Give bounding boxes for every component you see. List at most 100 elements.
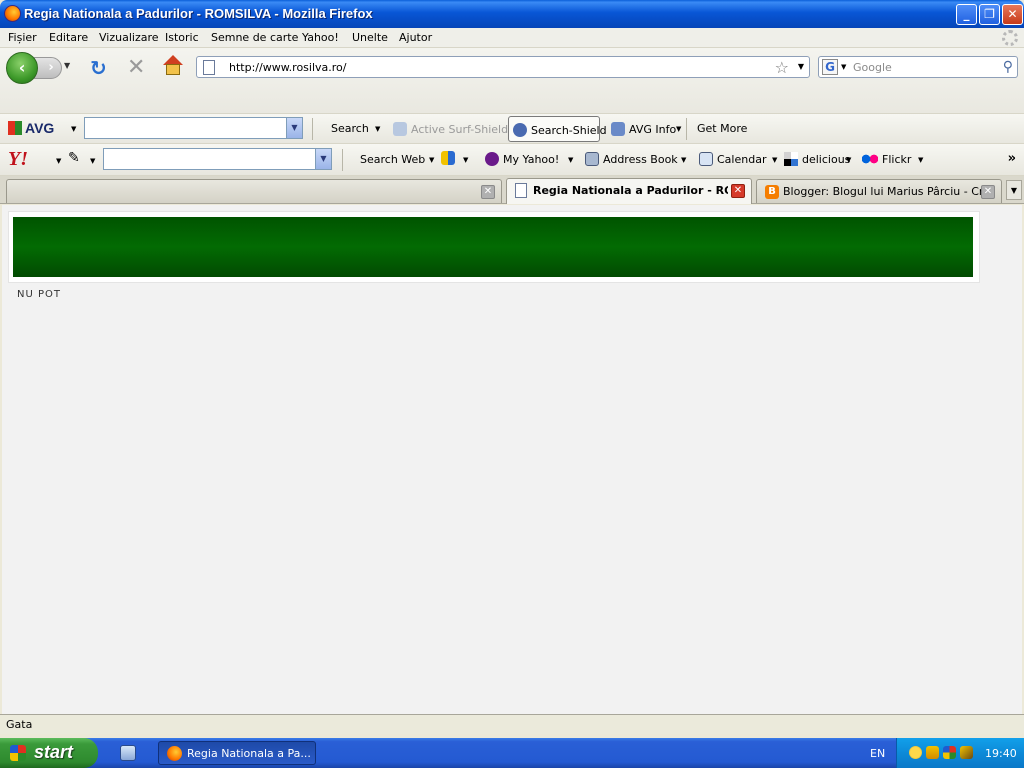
tab-empty[interactable]: ✕ <box>6 179 502 203</box>
home-icon[interactable] <box>162 55 184 77</box>
search-magnifier-icon[interactable]: ⚲ <box>1003 59 1013 75</box>
forward-button[interactable]: › <box>34 57 62 79</box>
toolbar-separator <box>312 118 313 140</box>
my-yahoo-dropdown-icon[interactable]: ▼ <box>568 156 573 164</box>
avg-info-button[interactable]: AVG Info <box>611 122 676 136</box>
google-engine-icon[interactable]: G <box>822 59 838 75</box>
address-book-button[interactable]: Address Book <box>585 152 678 166</box>
minimize-button[interactable]: _ <box>956 4 977 25</box>
status-bar: Gata <box>0 714 1024 734</box>
yahoo-logo[interactable]: Y! <box>8 148 28 171</box>
yahoo-search-input[interactable]: ▼ <box>103 148 332 170</box>
yahoo-toolbar: Y! ▼ ✎ ▼ ▼ Search Web ▼ ▼ My Yahoo! ▼ Ad… <box>0 144 1024 176</box>
tab-label: Regia Nationala a Padurilor - RO... <box>533 184 728 197</box>
menu-yahoo[interactable]: Yahoo! <box>302 31 339 44</box>
address-book-icon <box>585 152 599 166</box>
maximize-button[interactable]: ❐ <box>979 4 1000 25</box>
taskbar: start Regia Nationala a Pa... EN 19:40 <box>0 738 1024 768</box>
avg-search-input[interactable]: ▼ <box>84 117 303 139</box>
reload-icon[interactable]: ↻ <box>90 56 107 80</box>
tab-blogger[interactable]: B Blogger: Blogul lui Marius Pârciu - Cr… <box>756 179 1002 203</box>
page-content: NU POT <box>2 205 1022 714</box>
back-button[interactable]: ‹ <box>6 52 38 84</box>
page-text: NU POT <box>17 289 61 300</box>
navigation-toolbar: › ‹ ▼ ↻ ✕ http://www.rosilva.ro/ ☆ ▼ G ▼… <box>0 48 1024 114</box>
surf-shield-icon <box>393 122 407 136</box>
windows-flag-icon <box>10 745 26 761</box>
calendar-button[interactable]: Calendar <box>699 152 766 166</box>
loading-throbber-icon <box>1002 30 1018 46</box>
window-title: Regia Nationala a Padurilor - ROMSILVA -… <box>24 6 373 21</box>
tray-tool-icon[interactable] <box>960 746 973 759</box>
toolbar-separator <box>342 149 343 171</box>
tab-close-icon[interactable]: ✕ <box>481 185 495 199</box>
menu-edit[interactable]: Editare <box>49 31 88 44</box>
system-tray: 19:40 <box>896 738 1024 768</box>
avg-search-dropdown-icon[interactable]: ▼ <box>286 118 302 138</box>
tab-romsilva[interactable]: Regia Nationala a Padurilor - RO... ✕ <box>506 178 752 204</box>
avg-info-dropdown-icon[interactable]: ▼ <box>676 125 681 133</box>
url-dropdown-icon[interactable]: ▼ <box>798 62 804 71</box>
yahoo-shield-icon[interactable] <box>441 151 459 165</box>
menu-history[interactable]: Istoric <box>165 31 199 44</box>
flickr-dropdown-icon[interactable]: ▼ <box>918 156 923 164</box>
menu-bookmarks[interactable]: Semne de carte <box>211 31 298 44</box>
tab-bar: ✕ Regia Nationala a Padurilor - RO... ✕ … <box>0 176 1024 204</box>
pencil-dropdown-icon[interactable]: ▼ <box>90 157 95 165</box>
delicious-dropdown-icon[interactable]: ▼ <box>846 156 851 164</box>
flickr-button[interactable]: Flickr <box>862 152 911 166</box>
header-frame <box>8 211 980 283</box>
search-web-dropdown-icon[interactable]: ▼ <box>429 156 434 164</box>
green-banner <box>13 217 973 277</box>
start-label: start <box>34 742 74 762</box>
search-shield-button[interactable]: Search-Shield <box>508 116 607 142</box>
quicklaunch-icon[interactable] <box>120 745 136 761</box>
firefox-icon[interactable] <box>4 5 21 22</box>
security-shield-icon[interactable] <box>926 746 939 759</box>
page-icon <box>203 60 215 75</box>
menu-tools[interactable]: Unelte <box>352 31 388 44</box>
tab-list-dropdown-icon[interactable]: ▼ <box>1006 180 1022 200</box>
pencil-icon[interactable]: ✎ <box>68 150 80 166</box>
menu-help[interactable]: Ajutor <box>399 31 432 44</box>
avg-search-options-icon[interactable]: ▼ <box>375 125 380 133</box>
avg-search-button[interactable]: Search <box>331 122 369 135</box>
yahoo-search-dropdown-icon[interactable]: ▼ <box>315 149 331 169</box>
delicious-button[interactable]: delicious <box>784 152 850 166</box>
calendar-dropdown-icon[interactable]: ▼ <box>772 156 777 164</box>
tray-app-icon[interactable] <box>943 746 956 759</box>
status-text: Gata <box>6 718 33 731</box>
language-indicator[interactable]: EN <box>870 747 885 760</box>
get-more-button[interactable]: Get More <box>697 122 747 135</box>
search-web-button[interactable]: Search Web <box>360 153 425 166</box>
bookmark-star-icon[interactable]: ☆ <box>775 58 789 77</box>
history-dropdown-icon[interactable]: ▼ <box>64 61 70 70</box>
messenger-smiley-icon[interactable] <box>909 746 922 759</box>
search-box[interactable]: G ▼ Google ⚲ <box>818 56 1018 78</box>
yahoo-menu-dropdown-icon[interactable]: ▼ <box>56 157 61 165</box>
active-surf-shield-button[interactable]: Active Surf-Shield <box>393 122 508 136</box>
tab-close-icon[interactable]: ✕ <box>981 185 995 199</box>
menu-file[interactable]: Fișier <box>8 31 37 44</box>
engine-dropdown-icon[interactable]: ▼ <box>841 63 846 71</box>
shield-dropdown-icon[interactable]: ▼ <box>463 156 468 164</box>
url-text[interactable]: http://www.rosilva.ro/ <box>229 61 347 74</box>
search-placeholder[interactable]: Google <box>853 61 892 74</box>
taskbar-item-firefox[interactable]: Regia Nationala a Pa... <box>158 741 316 765</box>
my-yahoo-button[interactable]: My Yahoo! <box>485 152 559 166</box>
toolbar-separator <box>686 118 687 140</box>
system-clock[interactable]: 19:40 <box>985 747 1017 760</box>
avg-logo[interactable]: AVG <box>8 120 54 136</box>
calendar-icon <box>699 152 713 166</box>
start-button[interactable]: start <box>0 738 98 768</box>
address-book-dropdown-icon[interactable]: ▼ <box>681 156 686 164</box>
close-button[interactable]: ✕ <box>1002 4 1023 25</box>
toolbar-overflow-chevron[interactable]: » <box>1008 151 1016 166</box>
menu-view[interactable]: Vizualizare <box>99 31 159 44</box>
title-bar: Regia Nationala a Padurilor - ROMSILVA -… <box>0 0 1024 28</box>
url-bar[interactable]: http://www.rosilva.ro/ ☆ ▼ <box>196 56 810 78</box>
stop-icon[interactable]: ✕ <box>127 55 145 80</box>
avg-logo-icon <box>8 121 22 135</box>
tab-close-icon[interactable]: ✕ <box>731 184 745 198</box>
avg-menu-dropdown-icon[interactable]: ▼ <box>71 125 76 133</box>
